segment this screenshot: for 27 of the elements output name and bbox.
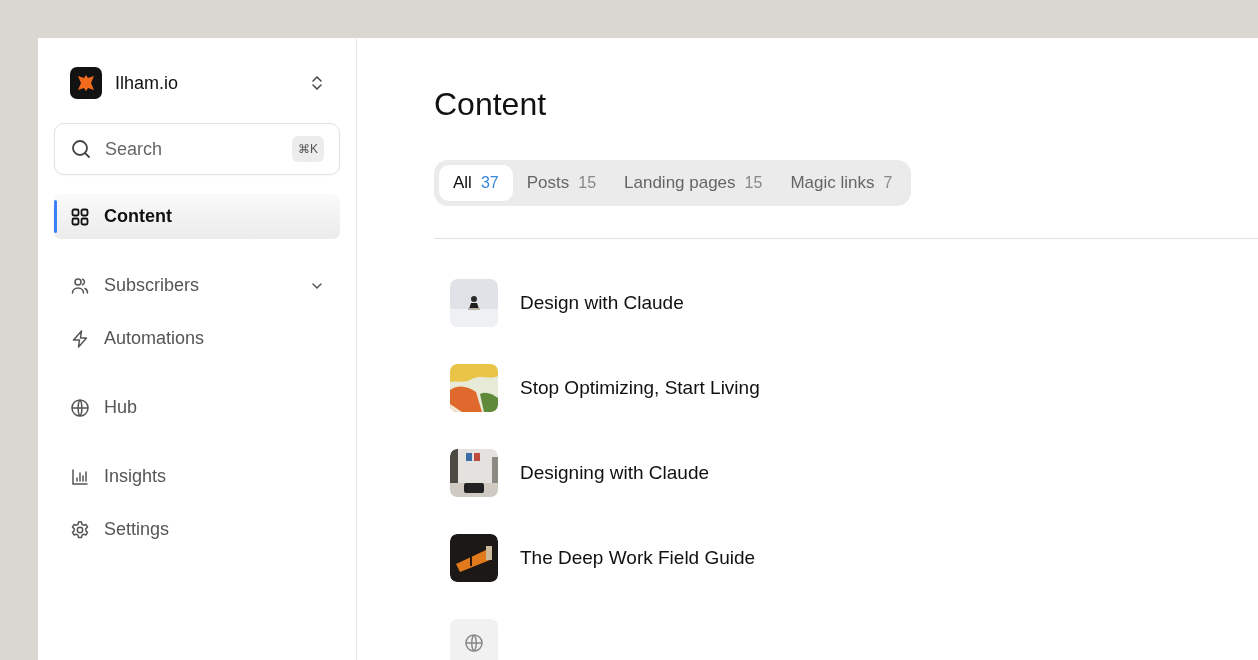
bar-chart-icon [70,466,90,487]
content-title[interactable]: Design with Claude [520,292,684,314]
globe-icon [450,619,498,660]
filter-tab[interactable]: Landing pages 15 [610,165,777,201]
workspace-name: Ilham.io [115,72,180,94]
sidebar-item[interactable]: Insights [54,454,340,499]
settings-icon [70,519,90,540]
workspace-logo [70,67,102,99]
chevron-up-down-icon[interactable] [310,74,324,92]
users-icon [70,275,90,296]
sidebar-item[interactable]: Automations [54,316,340,361]
globe-icon [70,397,90,418]
filter-tab[interactable]: All 37 [439,165,513,201]
bolt-icon [70,328,90,349]
page-title: Content [434,86,548,124]
sidebar-item[interactable]: Subscribers [54,263,340,308]
grid-icon [70,206,90,227]
content-title[interactable]: Stop Optimizing, Start Living [520,377,760,399]
sidebar-item[interactable]: Settings [54,507,340,552]
sidebar-item[interactable]: Content [54,194,340,239]
content-title[interactable]: Designing with Claude [520,462,710,484]
sidebar-item[interactable]: Hub [54,385,340,430]
shortcut-hint: ⌘K [292,136,324,162]
filter-tab[interactable]: Posts 15 [512,165,611,201]
search-icon [70,138,92,160]
content-title[interactable]: The Deep Work Field Guide [520,547,756,569]
filter-tab[interactable]: Magic links 7 [776,165,907,201]
